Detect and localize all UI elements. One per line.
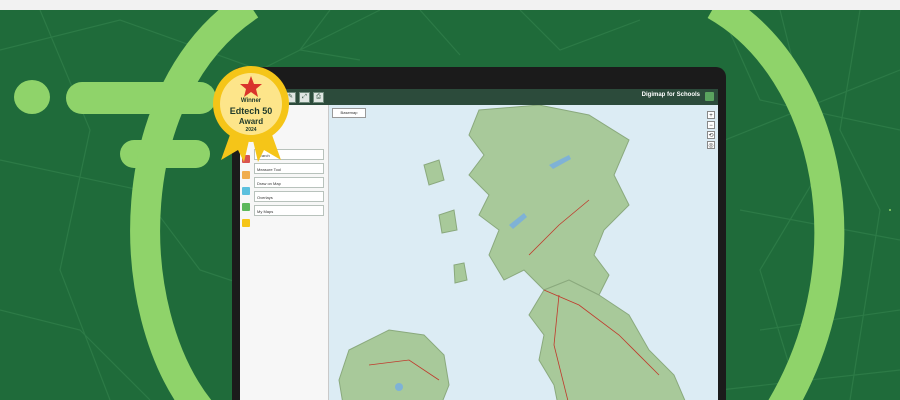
land-england [528, 279, 686, 400]
badge-label-year: 2024 [245, 127, 257, 133]
app-title: Digimap for Schools [641, 92, 700, 98]
basemap-label[interactable]: Basemap [332, 108, 366, 118]
map-zoom-out-button[interactable]: − [707, 121, 715, 129]
app-toolbar: + − ⌂ ✎ ⤢ ⎙ Digimap for Schools [240, 89, 718, 105]
map-locate-button[interactable]: ◎ [707, 141, 715, 149]
layers-icon[interactable] [242, 203, 250, 211]
map-view[interactable]: Basemap + − ⟲ ◎ [329, 105, 718, 400]
land-scotland [468, 105, 630, 296]
folder-icon[interactable] [242, 219, 250, 227]
ruler-icon[interactable] [242, 171, 250, 179]
map-zoom-in-button[interactable]: + [707, 111, 715, 119]
sidebar-item-draw[interactable]: Draw on Map [254, 177, 324, 188]
menu-icon[interactable] [705, 92, 714, 101]
laptop-frame: + − ⌂ ✎ ⤢ ⎙ Digimap for Schools Sear [232, 67, 726, 400]
badge-label-top: Winner [240, 98, 262, 104]
sidebar-item-overlays[interactable]: Overlays [254, 191, 324, 202]
laptop-screen: + − ⌂ ✎ ⤢ ⎙ Digimap for Schools Sear [240, 89, 718, 400]
map-zoom-controls: + − ⟲ ◎ [707, 111, 715, 151]
top-strip [0, 0, 900, 10]
map-graphic [338, 105, 686, 400]
toolbar-fullscreen-button[interactable]: ⤢ [299, 91, 310, 103]
sidebar-item-my-maps[interactable]: My Maps [254, 205, 324, 216]
badge-label-sub: Award [238, 117, 264, 126]
promo-banner: + − ⌂ ✎ ⤢ ⎙ Digimap for Schools Sear [0, 10, 900, 400]
land-ireland [338, 329, 450, 400]
map-rotate-button[interactable]: ⟲ [707, 131, 715, 139]
badge-label-main: Edtech 50 [229, 106, 273, 116]
sidebar-icons [242, 155, 252, 235]
toolbar-print-button[interactable]: ⎙ [313, 91, 324, 103]
award-badge: Winner Edtech 50 Award 2024 [206, 62, 296, 162]
pencil-icon[interactable] [242, 187, 250, 195]
sidebar-item-measure[interactable]: Measure Tool [254, 163, 324, 174]
land-islands [423, 159, 468, 284]
